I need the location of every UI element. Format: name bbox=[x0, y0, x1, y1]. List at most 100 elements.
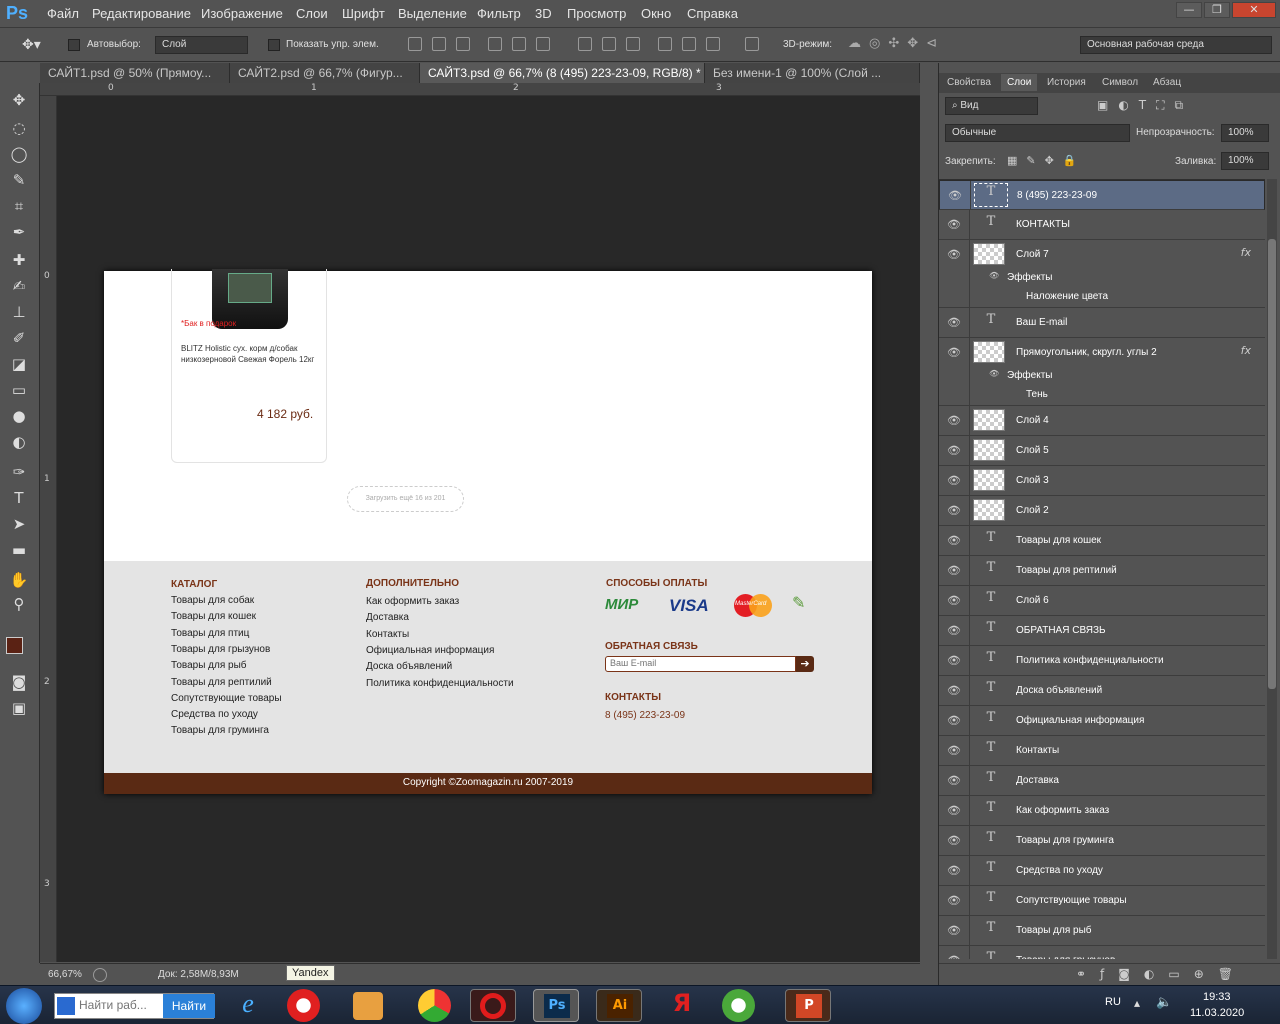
menu-view[interactable]: Просмотр bbox=[567, 6, 626, 21]
type-icon[interactable]: T bbox=[8, 487, 30, 509]
layer-row[interactable]: 👁 Слой 7 fx Эффекты 👁 Наложение цвета bbox=[939, 240, 1265, 308]
layer-name[interactable]: Слой 4 bbox=[1016, 415, 1049, 426]
menu-3d[interactable]: 3D bbox=[535, 6, 552, 21]
layer-row[interactable]: 👁 T Средства по уходу bbox=[939, 856, 1265, 886]
yandex-browser-icon[interactable] bbox=[287, 989, 320, 1022]
path-select-icon[interactable]: ➤ bbox=[8, 513, 30, 535]
taskbar-search-input[interactable] bbox=[79, 998, 159, 1012]
move-icon[interactable]: ✥ bbox=[8, 89, 30, 111]
visibility-eye-icon[interactable]: 👁 bbox=[947, 954, 961, 959]
foreground-color-swatch[interactable] bbox=[6, 637, 23, 654]
tab-untitled[interactable]: Без имени-1 @ 100% (Слой ... bbox=[705, 63, 920, 83]
extra-link[interactable]: Доска объявлений bbox=[366, 661, 452, 672]
tab-site1[interactable]: САЙТ1.psd @ 50% (Прямоу... bbox=[40, 63, 230, 83]
effects-label[interactable]: Эффекты bbox=[1007, 272, 1052, 283]
menu-image[interactable]: Изображение bbox=[201, 6, 283, 21]
visibility-eye-icon[interactable]: 👁 bbox=[947, 316, 961, 330]
effects-label[interactable]: Эффекты bbox=[1007, 370, 1052, 381]
align-bottom-icon[interactable] bbox=[456, 37, 470, 51]
visibility-eye-icon[interactable]: 👁 bbox=[948, 189, 962, 203]
opera-icon[interactable] bbox=[470, 989, 516, 1022]
extra-link[interactable]: Как оформить заказ bbox=[366, 596, 459, 607]
layer-name[interactable]: Прямоугольник, скругл. углы 2 bbox=[1016, 347, 1157, 358]
layer-row[interactable]: 👁 T Товары для грызунов bbox=[939, 946, 1265, 959]
auto-align-icon[interactable] bbox=[745, 37, 759, 51]
history-brush-icon[interactable]: ✐ bbox=[8, 327, 30, 349]
layers-scrollbar[interactable] bbox=[1267, 179, 1277, 959]
crop-icon[interactable]: ⌗ bbox=[8, 195, 30, 217]
layer-name[interactable]: Официальная информация bbox=[1016, 715, 1144, 726]
maximize-button[interactable]: ❐ bbox=[1204, 2, 1230, 18]
layer-name[interactable]: Сопутствующие товары bbox=[1016, 895, 1127, 906]
close-button[interactable]: ✕ bbox=[1232, 2, 1276, 18]
visibility-eye-icon[interactable]: 👁 bbox=[947, 414, 961, 428]
lock-icons[interactable]: ▦✎✥🔒 bbox=[1007, 154, 1086, 167]
tab-character[interactable]: Символ bbox=[1102, 77, 1138, 88]
visibility-eye-icon[interactable]: 👁 bbox=[947, 248, 961, 262]
layer-name[interactable]: Товары для кошек bbox=[1016, 535, 1101, 546]
blur-icon[interactable]: ● bbox=[8, 405, 30, 427]
powerpoint-icon[interactable]: P bbox=[785, 989, 831, 1022]
layer-row[interactable]: 👁 T ОБРАТНАЯ СВЯЗЬ bbox=[939, 616, 1265, 646]
layer-name[interactable]: Политика конфиденциальности bbox=[1016, 655, 1164, 666]
align-left-icon[interactable] bbox=[488, 37, 502, 51]
visibility-eye-icon[interactable]: 👁 bbox=[947, 218, 961, 232]
distribute-top-icon[interactable] bbox=[578, 37, 592, 51]
layer-row[interactable]: 👁 T 8 (495) 223-23-09 bbox=[939, 180, 1265, 211]
pen-icon[interactable]: ✑ bbox=[8, 461, 30, 483]
catalog-link[interactable]: Товары для птиц bbox=[171, 628, 249, 639]
brush-icon[interactable]: ✍ bbox=[8, 275, 30, 297]
quick-select-icon[interactable]: ✎ bbox=[8, 169, 30, 191]
visibility-eye-icon[interactable]: 👁 bbox=[947, 534, 961, 548]
menu-type[interactable]: Шрифт bbox=[342, 6, 385, 21]
layer-row[interactable]: 👁 T Ваш E-mail bbox=[939, 308, 1265, 338]
layer-name[interactable]: Товары для груминга bbox=[1016, 835, 1114, 846]
tab-paragraph[interactable]: Абзац bbox=[1153, 77, 1181, 88]
share-icon[interactable] bbox=[93, 968, 107, 982]
extra-link[interactable]: Политика конфиденциальности bbox=[366, 678, 514, 689]
extra-link[interactable]: Официальная информация bbox=[366, 645, 494, 656]
doc-size[interactable]: Док: 2,58M/8,93M bbox=[158, 969, 239, 980]
align-hcenter-icon[interactable] bbox=[512, 37, 526, 51]
layer-row[interactable]: 👁 T Доска объявлений bbox=[939, 676, 1265, 706]
catalog-link[interactable]: Средства по уходу bbox=[171, 709, 258, 720]
gradient-icon[interactable]: ▭ bbox=[8, 379, 30, 401]
visibility-eye-icon[interactable]: 👁 bbox=[947, 444, 961, 458]
layer-name[interactable]: ОБРАТНАЯ СВЯЗЬ bbox=[1016, 625, 1106, 636]
illustrator-icon[interactable]: Ai bbox=[596, 989, 642, 1022]
ie-icon[interactable]: e bbox=[225, 989, 271, 1022]
media-player-icon[interactable] bbox=[353, 992, 383, 1020]
layer-row[interactable]: 👁 T Контакты bbox=[939, 736, 1265, 766]
layer-row[interactable]: 👁 T Доставка bbox=[939, 766, 1265, 796]
distribute-hcenter-icon[interactable] bbox=[682, 37, 696, 51]
submit-arrow-icon[interactable]: ➔ bbox=[796, 656, 814, 672]
zoom-level[interactable]: 66,67% bbox=[48, 969, 82, 980]
shape-icon[interactable]: ▬ bbox=[8, 539, 30, 561]
tray-arrow-icon[interactable]: ▴ bbox=[1134, 996, 1140, 1010]
layer-name[interactable]: КОНТАКТЫ bbox=[1016, 219, 1070, 230]
layer-action-icons[interactable]: ⚭ƒ◙◐▭⊕🗑 bbox=[1076, 967, 1247, 981]
layer-name[interactable]: Товары для рептилий bbox=[1016, 565, 1117, 576]
move-tool-icon[interactable]: ✥▾ bbox=[22, 37, 41, 53]
hand-icon[interactable]: ✋ bbox=[8, 569, 30, 591]
catalog-link[interactable]: Товары для грызунов bbox=[171, 644, 270, 655]
catalog-link[interactable]: Товары для рыб bbox=[171, 660, 247, 671]
layer-name[interactable]: Доска объявлений bbox=[1016, 685, 1102, 696]
layer-name[interactable]: Как оформить заказ bbox=[1016, 805, 1109, 816]
product-card[interactable]: *Бак в подарок BLITZ Holistic сух. корм … bbox=[171, 269, 327, 463]
layer-row[interactable]: 👁 T Товары для рептилий bbox=[939, 556, 1265, 586]
visibility-eye-icon[interactable]: 👁 bbox=[947, 594, 961, 608]
layer-name[interactable]: Слой 2 bbox=[1016, 505, 1049, 516]
catalog-link[interactable]: Сопутствующие товары bbox=[171, 693, 282, 704]
distribute-right-icon[interactable] bbox=[706, 37, 720, 51]
layer-name[interactable]: Товары для рыб bbox=[1016, 925, 1092, 936]
extra-link[interactable]: Контакты bbox=[366, 629, 409, 640]
blend-mode-dropdown[interactable]: Обычные bbox=[945, 124, 1130, 142]
align-top-icon[interactable] bbox=[408, 37, 422, 51]
product-name[interactable]: BLITZ Holistic сух. корм д/собак низкозе… bbox=[181, 343, 316, 367]
fill-field[interactable]: 100% bbox=[1221, 152, 1269, 170]
menu-select[interactable]: Выделение bbox=[398, 6, 467, 21]
layer-row[interactable]: 👁 T Сопутствующие товары bbox=[939, 886, 1265, 916]
catalog-link[interactable]: Товары для кошек bbox=[171, 611, 256, 622]
visibility-eye-icon[interactable]: 👁 bbox=[947, 804, 961, 818]
